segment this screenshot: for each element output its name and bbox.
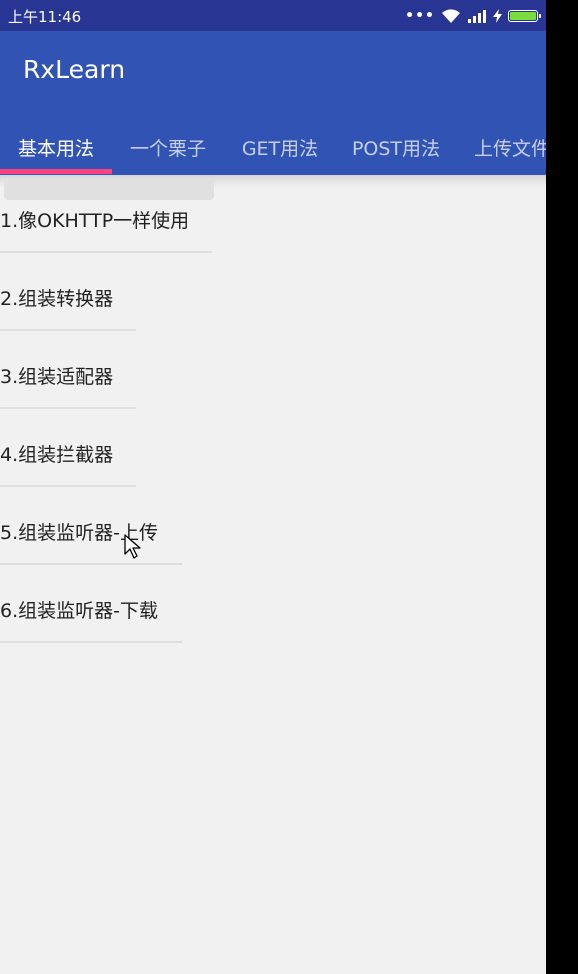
list-divider — [0, 251, 212, 253]
app-bar: RxLearn 基本用法 一个栗子 GET用法 POST用法 上传文件 — [0, 31, 546, 175]
list-divider — [0, 563, 182, 565]
list-item-adapter[interactable]: 3.组装适配器 — [0, 345, 113, 405]
wifi-icon — [442, 9, 460, 23]
battery-icon — [508, 10, 541, 22]
tab-get-usage[interactable]: GET用法 — [224, 119, 336, 175]
tab-basic-usage[interactable]: 基本用法 — [0, 119, 112, 175]
tab-upload-file[interactable]: 上传文件 — [474, 119, 546, 175]
signal-dots-icon: ••• — [405, 8, 435, 24]
list-divider — [0, 641, 182, 643]
list-divider — [0, 407, 136, 409]
status-icons: ••• — [405, 6, 541, 26]
list-item-okhttp[interactable]: 1.像OKHTTP一样使用 — [0, 189, 189, 249]
list-item-converter[interactable]: 2.组装转换器 — [0, 267, 113, 327]
app-title: RxLearn — [23, 55, 126, 84]
cellular-signal-icon — [468, 10, 486, 23]
app-screen: 上午11:46 ••• RxLearn 基本用法 一个栗子 GET用法 POST… — [0, 0, 546, 974]
list-item-interceptor[interactable]: 4.组装拦截器 — [0, 423, 113, 483]
status-time: 上午11:46 — [8, 8, 82, 26]
tab-indicator — [0, 169, 112, 174]
tab-example[interactable]: 一个栗子 — [112, 119, 224, 175]
list-item-download-listener[interactable]: 6.组装监听器-下载 — [0, 579, 158, 639]
tab-post-usage[interactable]: POST用法 — [336, 119, 456, 175]
status-bar: 上午11:46 ••• — [0, 0, 546, 31]
list-divider — [0, 485, 136, 487]
list-divider — [0, 329, 136, 331]
charging-icon — [493, 9, 502, 23]
mouse-cursor-icon — [124, 534, 141, 559]
tab-bar: 基本用法 一个栗子 GET用法 POST用法 上传文件 — [0, 119, 546, 175]
battery-level — [510, 12, 536, 20]
